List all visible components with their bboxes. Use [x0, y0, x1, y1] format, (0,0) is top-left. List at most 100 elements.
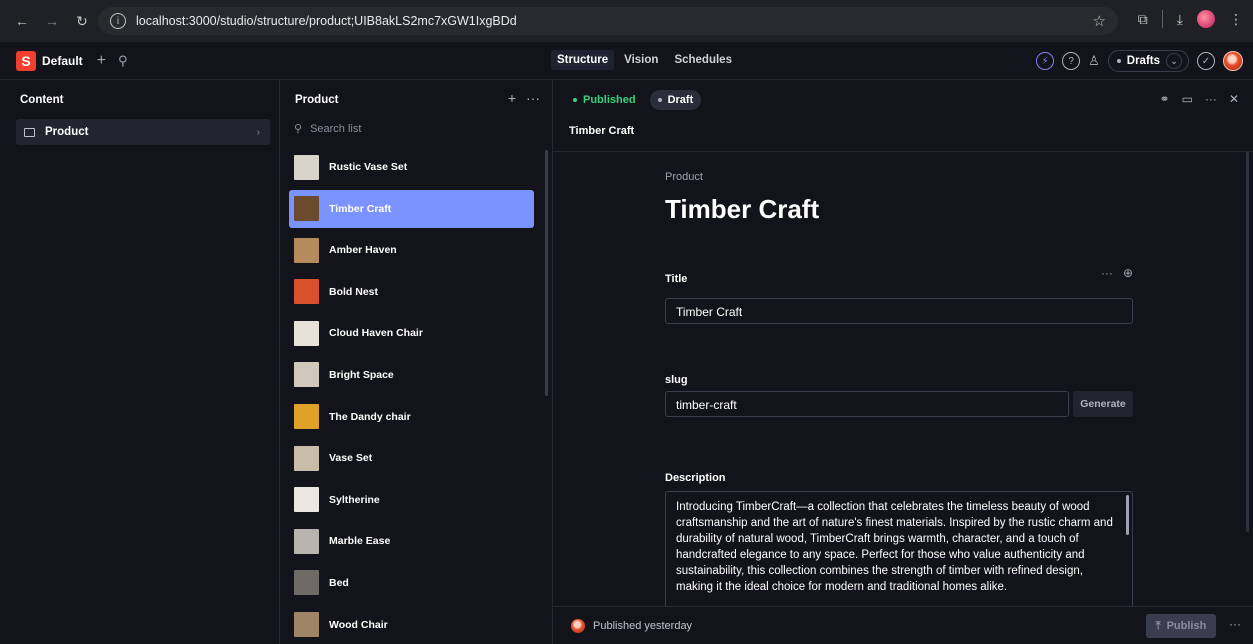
list-item-label: Wood Chair: [329, 618, 388, 631]
toolbar-separator: [1161, 10, 1163, 28]
list-item[interactable]: Bright Space: [289, 356, 534, 394]
product-thumbnail: [294, 320, 319, 346]
product-pane-actions: + ···: [508, 90, 540, 106]
list-item[interactable]: Marble Ease: [289, 522, 534, 560]
studio-navbar: S Default + ⚲ Structure Vision Schedules…: [0, 42, 1253, 80]
published-dot-icon: [573, 98, 577, 102]
product-pane-title: Product: [295, 94, 339, 106]
list-item-label: Bold Nest: [329, 285, 379, 298]
product-thumbnail: [294, 487, 319, 513]
close-icon[interactable]: ✕: [1229, 92, 1239, 106]
link-icon[interactable]: ⚭: [1160, 92, 1170, 106]
list-item-label: Cloud Haven Chair: [329, 327, 423, 340]
list-item[interactable]: Vase Set: [289, 439, 534, 477]
description-field[interactable]: Introducing TimberCraft—a collection tha…: [665, 491, 1133, 611]
list-item-label: Rustic Vase Set: [329, 161, 408, 173]
back-icon[interactable]: ←: [14, 13, 30, 29]
more-options-icon[interactable]: ···: [526, 90, 540, 106]
perspective-label: Drafts: [1126, 55, 1160, 67]
address-bar[interactable]: i localhost:3000/studio/structure/produc…: [98, 7, 1118, 35]
chevron-right-icon: ›: [256, 126, 260, 138]
browser-actions: ⧉ ⤓ ⋮: [1138, 10, 1243, 28]
list-item[interactable]: Wood Chair: [289, 606, 534, 644]
list-item[interactable]: Bed: [289, 564, 534, 602]
publish-button[interactable]: ⤒ Publish: [1146, 614, 1216, 638]
download-icon[interactable]: ⤓: [1177, 11, 1183, 28]
list-item-label: Vase Set: [329, 452, 373, 465]
search-list[interactable]: ⚲ Search list: [294, 122, 361, 136]
draft-label: Draft: [667, 94, 694, 106]
textarea-scrollbar[interactable]: [1126, 495, 1129, 535]
tasks-check-icon[interactable]: ✓: [1197, 52, 1215, 70]
site-info-icon[interactable]: i: [110, 13, 126, 29]
list-item[interactable]: The Dandy chair: [289, 398, 534, 436]
comment-icon[interactable]: ▭: [1182, 92, 1193, 106]
title-field[interactable]: Timber Craft: [665, 298, 1133, 324]
global-search-icon[interactable]: ⚲: [118, 53, 128, 69]
publish-status-text: Published yesterday: [593, 620, 693, 632]
tab-structure[interactable]: Structure: [551, 50, 615, 70]
list-item[interactable]: Amber Haven: [289, 231, 534, 269]
list-item[interactable]: Bold Nest: [289, 273, 534, 311]
user-avatar[interactable]: [1223, 51, 1243, 71]
bookmark-star-icon[interactable]: ☆: [1093, 12, 1106, 30]
product-thumbnail: [294, 528, 319, 554]
list-item[interactable]: Cloud Haven Chair: [289, 314, 534, 352]
list-item-label: Amber Haven: [329, 244, 397, 257]
slug-field[interactable]: timber-craft: [665, 391, 1069, 417]
document-scrollbar[interactable]: [1246, 152, 1249, 532]
title-field-label: Title: [665, 273, 688, 285]
footer-more-icon[interactable]: ···: [1229, 617, 1241, 631]
field-comment-icon[interactable]: ⊕: [1123, 266, 1133, 280]
document-type-label: Product: [665, 171, 703, 183]
perspective-dot-icon: [1116, 59, 1121, 63]
profile-extension-icon[interactable]: [1197, 10, 1215, 28]
forward-icon[interactable]: →: [44, 13, 60, 29]
list-item[interactable]: Timber Craft: [289, 189, 534, 228]
add-document-icon[interactable]: +: [508, 90, 516, 106]
tab-schedules[interactable]: Schedules: [668, 50, 738, 70]
product-thumbnail: [294, 445, 319, 471]
slug-field-label: slug: [665, 374, 688, 386]
more-options-icon[interactable]: ···: [1205, 92, 1217, 106]
product-thumbnail: [294, 570, 319, 596]
description-field-label: Description: [665, 472, 726, 484]
tab-draft[interactable]: Draft: [649, 90, 702, 110]
perspective-selector[interactable]: Drafts ⌄: [1107, 50, 1189, 72]
list-item[interactable]: Rustic Vase Set: [289, 148, 534, 186]
browser-toolbar: ← → ↻ i localhost:3000/studio/structure/…: [0, 0, 1253, 42]
studio-logo-icon[interactable]: S: [16, 50, 36, 71]
generate-slug-button[interactable]: Generate: [1073, 391, 1133, 417]
browser-menu-icon[interactable]: ⋮: [1229, 11, 1243, 28]
description-text: Introducing TimberCraft—a collection tha…: [676, 501, 1113, 593]
list-item-label: The Dandy chair: [329, 410, 411, 423]
tab-published[interactable]: Published: [565, 90, 644, 110]
reload-icon[interactable]: ↻: [74, 13, 90, 30]
list-item-label: Timber Craft: [329, 202, 392, 215]
version-tabs: Published Draft: [565, 90, 702, 110]
search-input[interactable]: Search list: [310, 123, 361, 135]
help-icon[interactable]: ?: [1062, 52, 1081, 70]
product-thumbnail: [294, 279, 319, 305]
presence-icon[interactable]: ♙: [1088, 53, 1100, 69]
product-thumbnail: [294, 404, 319, 430]
content-item-product[interactable]: Product ›: [16, 119, 270, 145]
document-footer: Published yesterday ⤒ Publish ···: [553, 606, 1253, 644]
create-new-icon[interactable]: +: [97, 52, 106, 70]
product-list: Rustic Vase Set Timber Craft Amber Haven Bo…: [289, 148, 534, 644]
list-item-label: Syltherine: [329, 493, 380, 506]
list-scrollbar[interactable]: [545, 150, 548, 396]
list-item[interactable]: Syltherine: [289, 481, 534, 519]
tab-vision[interactable]: Vision: [618, 50, 664, 70]
draft-dot-icon: [657, 98, 662, 102]
extensions-icon[interactable]: ⧉: [1138, 11, 1148, 28]
ai-assist-icon[interactable]: ⚡: [1036, 52, 1055, 70]
tool-tabs: Structure Vision Schedules: [551, 50, 738, 70]
content-pane-title: Content: [20, 94, 64, 106]
chevron-down-icon: ⌄: [1166, 53, 1182, 69]
header-divider: [553, 151, 1253, 152]
workspace-name[interactable]: Default: [42, 54, 83, 68]
publish-label: Publish: [1166, 620, 1207, 632]
folder-icon: [24, 127, 35, 137]
field-more-icon[interactable]: ···: [1101, 266, 1113, 280]
